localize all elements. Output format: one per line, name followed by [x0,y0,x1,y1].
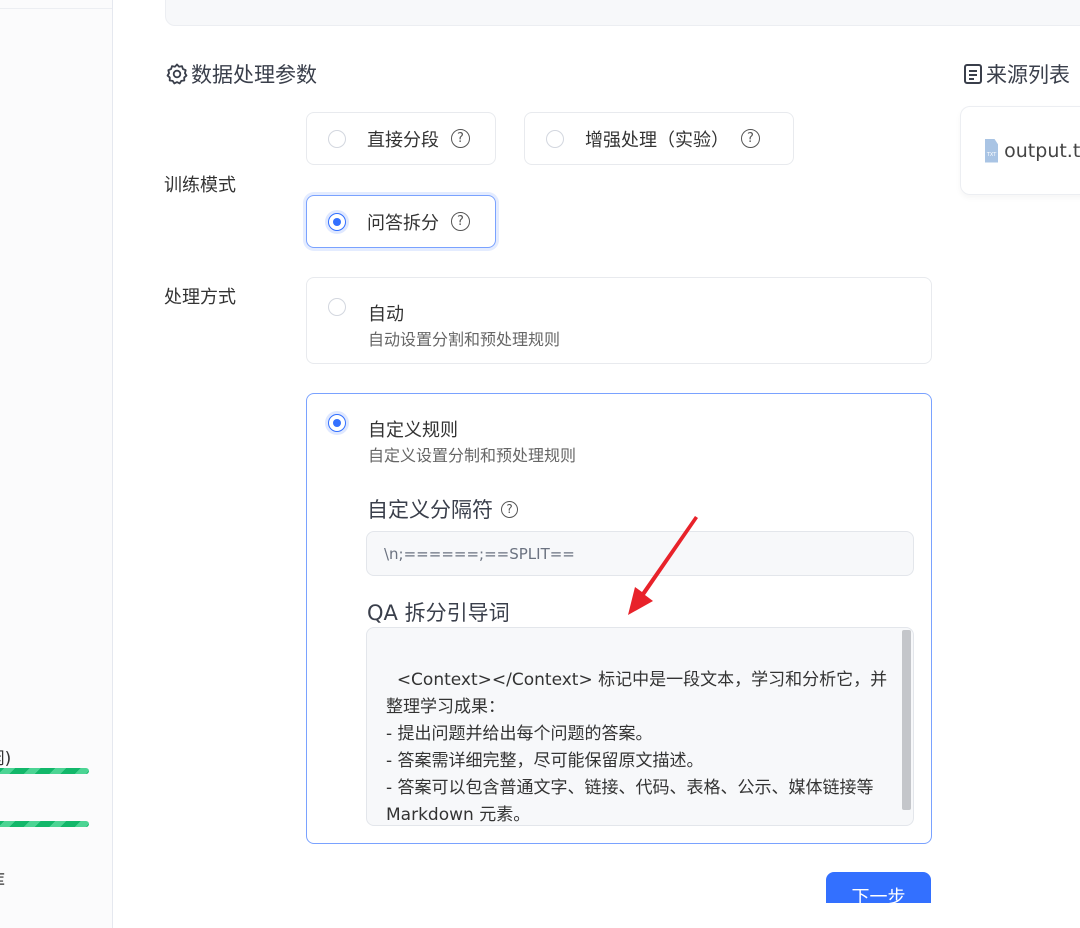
radio[interactable] [328,212,346,231]
option-label: 直接分段 [367,129,439,151]
source-file-item[interactable]: TXT output.txt [960,106,1080,195]
option-label: 增强处理（实验） [585,129,729,151]
scrollbar[interactable] [902,630,911,810]
sidebar: (空闲) 库 [0,0,113,928]
red-arrow-annotation [628,516,698,615]
option-title: 自动 [368,304,404,325]
option-title: 自定义规则 [368,420,458,441]
bottom-blank [113,903,1080,928]
help-icon[interactable]: ? [501,500,518,518]
file-name[interactable]: output.txt [1004,140,1080,162]
option-desc: 自动设置分割和预处理规则 [368,330,561,349]
radio[interactable] [328,414,346,432]
progress-bar [0,768,89,774]
training-mode-label: 训练模式 [164,175,236,196]
source-list-title-text: 来源列表 [986,63,1070,87]
option-desc: 自定义设置分制和预处理规则 [368,446,577,465]
radio[interactable] [546,129,564,148]
radio[interactable] [328,129,346,148]
radio[interactable] [328,298,346,316]
section-title-text: 数据处理参数 [191,63,317,87]
sidebar-item[interactable]: 库 [0,866,5,891]
process-mode-label: 处理方式 [164,287,236,308]
document-icon [964,64,982,84]
gear-icon [166,63,188,85]
help-icon[interactable]: ? [741,129,760,148]
progress-bar [0,821,89,827]
source-list-title: 来源列表 [962,59,1070,89]
qa-prompt-text: <Context></Context> 标记中是一段文本，学习和分析它，并整理学… [386,670,888,825]
help-icon[interactable]: ? [451,212,470,231]
divider [0,8,112,9]
qa-prompt-label: QA 拆分引导词 [367,601,510,625]
sidebar-item[interactable]: (空闲) [0,744,11,769]
separator-label-text: 自定义分隔符 [367,498,493,522]
txt-file-icon: TXT [985,138,999,163]
option-label: 问答拆分 [367,212,439,234]
steps-card [165,0,1080,26]
option-auto[interactable]: 自动 自动设置分割和预处理规则 [306,277,932,364]
section-title: 数据处理参数 [165,59,317,89]
option-direct-split[interactable]: 直接分段 ? [306,112,496,165]
option-enhanced[interactable]: 增强处理（实验） ? [524,112,794,165]
option-qa-split[interactable]: 问答拆分 ? [306,195,496,248]
help-icon[interactable]: ? [451,129,470,148]
qa-prompt-textarea[interactable]: <Context></Context> 标记中是一段文本，学习和分析它，并整理学… [366,627,914,826]
separator-label: 自定义分隔符 ? [367,494,518,524]
file-type: TXT [986,151,997,158]
